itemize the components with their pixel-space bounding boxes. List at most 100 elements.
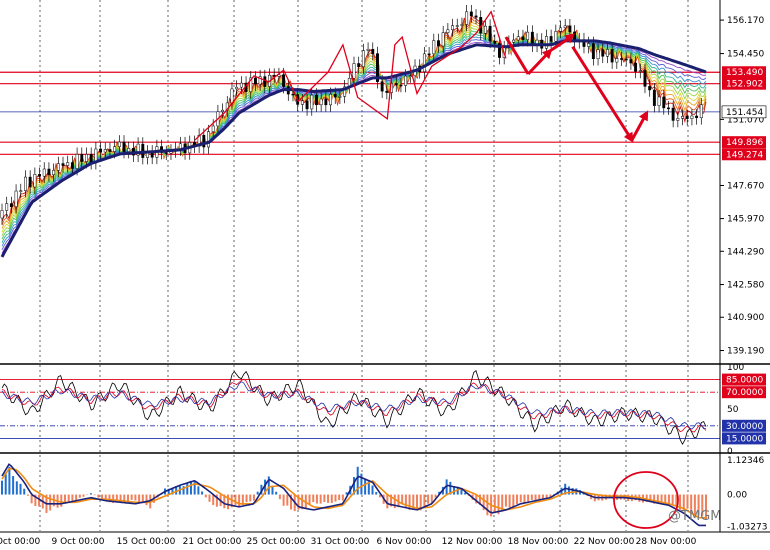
candle-body [47, 168, 51, 176]
osc-bar [545, 494, 548, 498]
candle-body [432, 40, 436, 55]
candle-body [56, 163, 60, 171]
osc-bar [8, 466, 11, 495]
osc-bar [504, 494, 507, 507]
candle-body [408, 75, 412, 77]
x-tick-label: 12 Nov 00:00 [442, 537, 503, 547]
candle-body [366, 48, 370, 51]
y-tick-label: 140.900 [727, 313, 764, 323]
candle-body [61, 163, 65, 166]
osc-bar [78, 494, 81, 498]
osc-bar [186, 482, 189, 495]
candle-body [681, 116, 684, 119]
osc-bar [312, 494, 315, 502]
y-tick-label: 144.290 [727, 247, 764, 257]
osc-bar [364, 479, 367, 495]
candle-body [544, 36, 548, 49]
candle-body [329, 94, 332, 106]
candle-body [70, 162, 74, 169]
candle-body [483, 25, 487, 34]
stoch-level-label: 85.0000 [726, 376, 763, 386]
candle-body [549, 36, 553, 42]
candle-body [315, 94, 318, 106]
y-tick-label: 145.970 [727, 215, 764, 225]
x-tick-label: 6 Nov 00:00 [377, 537, 432, 547]
osc-bar [145, 494, 148, 506]
x-tick-label: 28 Nov 00:00 [636, 537, 697, 547]
candle-body [117, 141, 121, 147]
candle-body [634, 62, 638, 72]
candle-body [305, 100, 309, 110]
candle-body [667, 107, 670, 110]
x-tick-label: 9 Oct 00:00 [52, 537, 105, 547]
osc-bar [197, 486, 200, 495]
candle-body [14, 190, 18, 207]
osc-bar [249, 494, 252, 502]
osc-bar [486, 494, 489, 516]
candle-body [488, 25, 492, 42]
candle-body [394, 83, 398, 86]
candle-body [441, 32, 445, 47]
candle-body [127, 148, 131, 152]
level-label: 153.490 [726, 68, 763, 78]
level-label: 149.896 [726, 138, 763, 148]
osc-bar [315, 494, 318, 504]
candle-body [399, 84, 403, 87]
candle-body [620, 58, 623, 60]
candle-body [300, 100, 304, 105]
candle-body [695, 115, 699, 119]
candle-body [42, 168, 46, 177]
y-tick-label: 142.580 [727, 281, 764, 291]
candle-body [451, 25, 455, 31]
osc-bar [256, 491, 259, 495]
candle-body [559, 27, 562, 32]
candle-body [605, 49, 609, 57]
candle-body [230, 88, 234, 104]
candle-body [221, 109, 225, 112]
candle-body [66, 162, 70, 166]
candle-body [601, 49, 605, 57]
candle-body [690, 115, 694, 119]
osc-bar [330, 494, 333, 504]
osc-bar [245, 494, 248, 503]
x-tick-label: 31 Oct 00:00 [311, 537, 370, 547]
candle-body [427, 53, 431, 56]
osc-bar [660, 494, 663, 503]
candle-body [319, 98, 323, 106]
osc-bar [1, 480, 3, 495]
candle-body [371, 48, 375, 54]
candle-body [28, 176, 32, 188]
candle-body [685, 116, 689, 119]
osc-bar [49, 494, 52, 511]
candle-body [338, 96, 342, 98]
candle-body [357, 63, 361, 68]
osc-y-tick-label: 1.12346 [727, 456, 764, 466]
candle-body [361, 50, 365, 68]
current-price-label: 151.454 [726, 108, 763, 118]
candle-body [629, 59, 633, 64]
osc-bar [60, 494, 63, 507]
osc-bar [541, 494, 544, 499]
candle-body [324, 98, 328, 106]
x-tick-label: 15 Oct 00:00 [117, 537, 176, 547]
y-tick-label: 139.190 [727, 347, 764, 357]
osc-bar [286, 494, 289, 506]
osc-y-tick-label: -1.03273 [727, 522, 767, 532]
x-tick-label: 22 Nov 00:00 [574, 537, 635, 547]
candle-body [587, 43, 591, 47]
osc-bar [323, 494, 326, 503]
osc-bar [282, 494, 285, 506]
candle-body [422, 53, 426, 73]
x-tick-label: 25 Oct 00:00 [247, 537, 306, 547]
candle-body [9, 203, 13, 207]
candle-body [648, 86, 652, 91]
osc-bar [341, 494, 344, 501]
osc-bar [523, 494, 526, 503]
x-tick-label: Oct 00:00 [0, 537, 40, 547]
osc-bar [508, 494, 511, 508]
candle-body [253, 77, 257, 85]
candle-body [404, 75, 408, 86]
candle-body [516, 36, 520, 41]
candle-body [103, 149, 107, 153]
candle-body [437, 40, 440, 47]
